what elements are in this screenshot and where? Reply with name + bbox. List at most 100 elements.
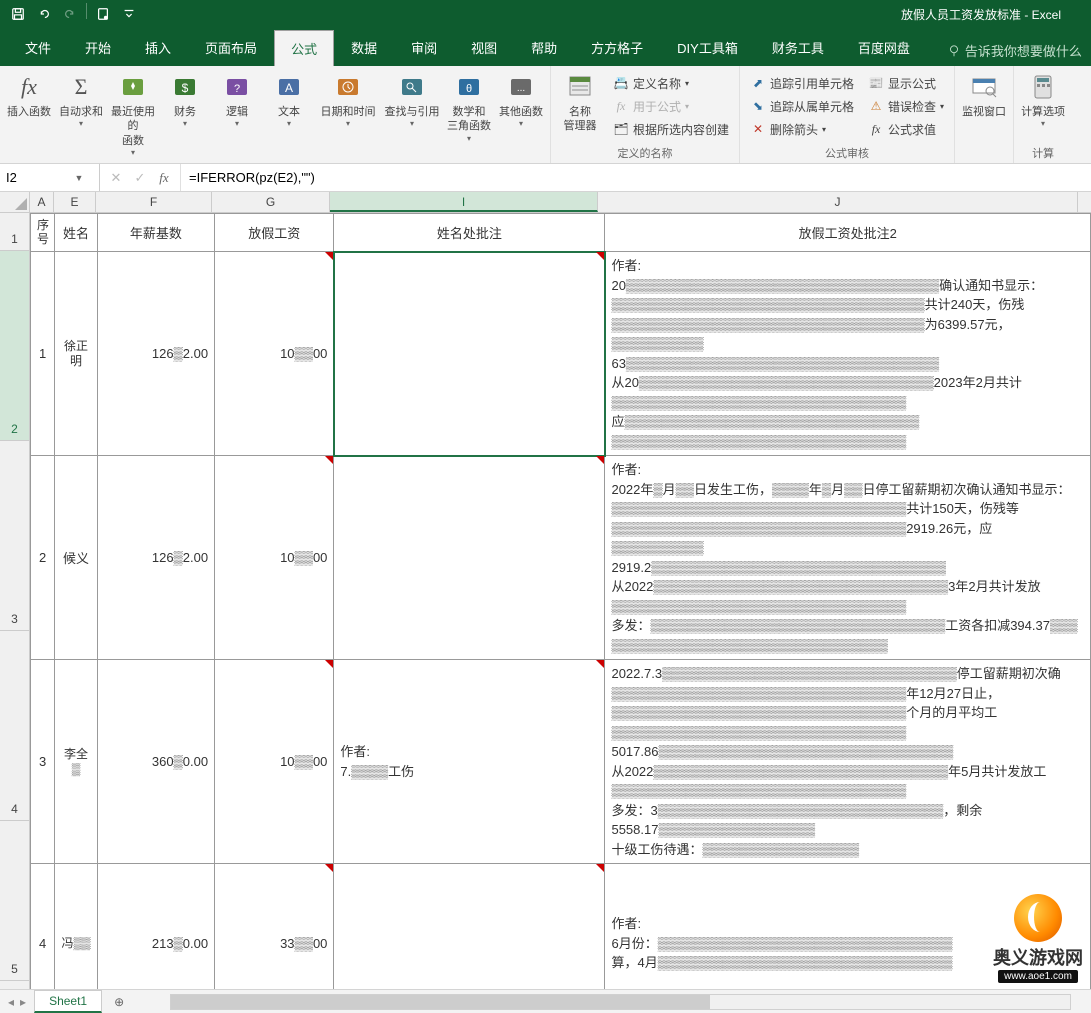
tab-layout[interactable]: 页面布局 (188, 29, 274, 66)
datetime-button[interactable]: 日期和时间▾ (316, 68, 380, 133)
ribbon-tabs: 文件 开始 插入 页面布局 公式 数据 审阅 视图 帮助 方方格子 DIY工具箱… (0, 28, 1091, 66)
spreadsheet-grid[interactable]: A E F G I J 1 2 3 4 5 序号 姓名 年薪基数 放假工资 姓名… (0, 192, 1091, 989)
watch-window-button[interactable]: 监视窗口 (959, 68, 1009, 122)
autosum-button[interactable]: Σ自动求和▾ (56, 68, 106, 133)
window-title: 放假人员工资发放标准 - Excel (901, 6, 1061, 23)
comment-indicator-icon (596, 456, 604, 464)
col-A[interactable]: A (30, 192, 54, 212)
comment-indicator-icon (325, 252, 333, 260)
undo-button[interactable] (32, 3, 56, 25)
comment-indicator-icon (325, 864, 333, 872)
svg-text:A: A (285, 81, 293, 95)
define-name-button[interactable]: 📇定义名称 ▾ (607, 72, 735, 94)
cancel-formula-button[interactable]: ✕ (104, 170, 128, 186)
qat-customize-button[interactable] (117, 3, 141, 25)
use-in-formula-button[interactable]: fx用于公式 ▾ (607, 95, 735, 117)
text-button[interactable]: A文本▾ (264, 68, 314, 133)
comment-indicator-icon (596, 660, 604, 668)
tab-view[interactable]: 视图 (454, 29, 514, 66)
hdr-seq[interactable]: 序号 (31, 214, 55, 252)
group-label-calc: 计算 (1018, 143, 1068, 163)
sheet-table: 序号 姓名 年薪基数 放假工资 姓名处批注 放假工资处批注2 1 徐正明 126… (30, 213, 1091, 989)
redo-button[interactable] (58, 3, 82, 25)
fx-button[interactable]: fx (152, 170, 176, 186)
row-4[interactable]: 4 (0, 631, 29, 821)
remove-arrows-button[interactable]: ✕删除箭头 ▾ (744, 118, 860, 140)
select-all-corner[interactable] (0, 192, 30, 213)
ribbon: fx插入函数 Σ自动求和▾ 最近使用的 函数▾ $财务▾ ?逻辑▾ A文本▾ 日… (0, 66, 1091, 164)
tab-home[interactable]: 开始 (68, 29, 128, 66)
svg-text:...: ... (517, 83, 525, 94)
row-1[interactable]: 1 (0, 213, 29, 251)
col-F[interactable]: F (96, 192, 212, 212)
hdr-name[interactable]: 姓名 (55, 214, 97, 252)
table-row: 1 徐正明 126▒2.00 10▒▒00 作者: 20▒▒▒▒▒▒▒▒▒▒▒▒… (31, 252, 1091, 456)
tell-me-search[interactable]: 告诉我你想要做什么 (947, 41, 1082, 66)
hdr-name-note[interactable]: 姓名处批注 (334, 214, 605, 252)
trace-precedents-button[interactable]: ⬈追踪引用单元格 (744, 72, 860, 94)
create-from-selection-button[interactable]: 🗂根据所选内容创建 (607, 118, 735, 140)
more-functions-button[interactable]: ...其他函数▾ (496, 68, 546, 133)
tab-diy[interactable]: DIY工具箱 (660, 29, 755, 66)
tab-data[interactable]: 数据 (334, 29, 394, 66)
math-trig-button[interactable]: θ数学和 三角函数▾ (444, 68, 494, 147)
tab-baidu[interactable]: 百度网盘 (841, 29, 927, 66)
quick-access-toolbar (0, 3, 141, 25)
col-E[interactable]: E (54, 192, 96, 212)
tab-insert[interactable]: 插入 (128, 29, 188, 66)
row-3[interactable]: 3 (0, 441, 29, 631)
touch-mode-button[interactable] (91, 3, 115, 25)
sheet-tab-bar: ◂▸ Sheet1 ⊕ (0, 989, 1091, 1013)
title-bar: 放假人员工资发放标准 - Excel (0, 0, 1091, 28)
name-manager-button[interactable]: 名称 管理器 (555, 68, 605, 137)
recently-used-button[interactable]: 最近使用的 函数▾ (108, 68, 158, 161)
formula-input[interactable] (181, 164, 1091, 191)
group-label-names: 定义的名称 (555, 143, 735, 163)
add-sheet-button[interactable]: ⊕ (108, 991, 130, 1013)
comment-indicator-icon (596, 252, 604, 260)
evaluate-formula-button[interactable]: fx公式求值 (862, 118, 950, 140)
logical-button[interactable]: ?逻辑▾ (212, 68, 262, 133)
svg-text:$: $ (182, 81, 189, 95)
tab-fangfang[interactable]: 方方格子 (574, 29, 660, 66)
row-2[interactable]: 2 (0, 251, 29, 441)
tab-formulas[interactable]: 公式 (274, 30, 334, 66)
hdr-base[interactable]: 年薪基数 (97, 214, 214, 252)
comment-indicator-icon (596, 864, 604, 872)
comment-indicator-icon (325, 660, 333, 668)
row-headers: 1 2 3 4 5 (0, 213, 30, 989)
tab-help[interactable]: 帮助 (514, 29, 574, 66)
group-label-audit: 公式审核 (744, 143, 950, 163)
col-G[interactable]: G (212, 192, 330, 212)
row-5[interactable]: 5 (0, 821, 29, 981)
hdr-pay-note[interactable]: 放假工资处批注2 (605, 214, 1091, 252)
svg-text:θ: θ (466, 83, 472, 95)
col-I[interactable]: I (330, 192, 598, 212)
column-headers: A E F G I J (30, 192, 1091, 213)
hdr-pay[interactable]: 放假工资 (215, 214, 334, 252)
calc-options-button[interactable]: 计算选项▾ (1018, 68, 1068, 133)
insert-function-button[interactable]: fx插入函数 (4, 68, 54, 122)
col-J[interactable]: J (598, 192, 1078, 212)
tab-finance[interactable]: 财务工具 (755, 29, 841, 66)
name-box-dropdown[interactable]: ▼ (70, 173, 88, 183)
tab-review[interactable]: 审阅 (394, 29, 454, 66)
horizontal-scrollbar[interactable] (170, 994, 1071, 1010)
financial-button[interactable]: $财务▾ (160, 68, 210, 133)
name-box[interactable]: ▼ (0, 164, 100, 191)
trace-dependents-button[interactable]: ⬊追踪从属单元格 (744, 95, 860, 117)
comment-indicator-icon (325, 456, 333, 464)
table-row: 3 李全▒ 360▒0.00 10▒▒00 作者: 7.▒▒▒▒工伤 2022.… (31, 660, 1091, 864)
lookup-button[interactable]: 查找与引用▾ (382, 68, 442, 133)
tell-me-label: 告诉我你想要做什么 (965, 41, 1082, 60)
selected-cell[interactable] (334, 252, 605, 456)
error-checking-button[interactable]: ⚠错误检查 ▾ (862, 95, 950, 117)
name-box-input[interactable] (0, 170, 70, 185)
save-button[interactable] (6, 3, 30, 25)
enter-formula-button[interactable]: ✓ (128, 170, 152, 186)
sheet-nav[interactable]: ◂▸ (0, 995, 34, 1009)
tab-file[interactable]: 文件 (8, 29, 68, 66)
show-formulas-button[interactable]: 📰显示公式 (862, 72, 950, 94)
sheet-tab[interactable]: Sheet1 (34, 990, 102, 1013)
formula-bar: ▼ ✕ ✓ fx (0, 164, 1091, 192)
